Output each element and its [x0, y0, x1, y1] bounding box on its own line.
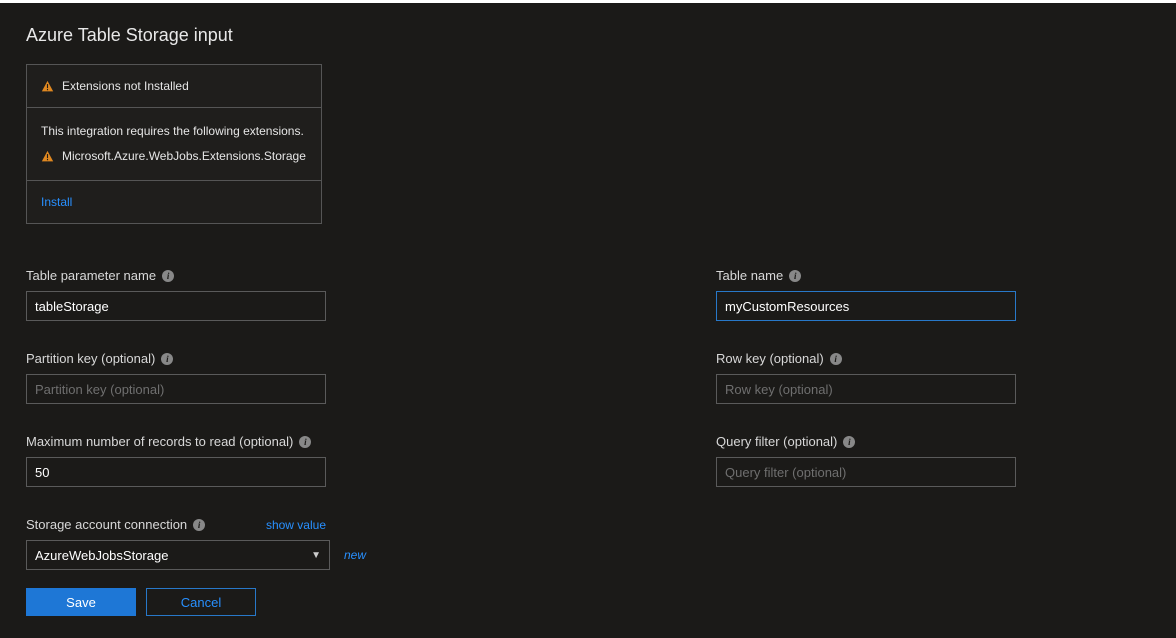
select-storage-connection-value: AzureWebJobsStorage: [35, 548, 168, 563]
label-row-key: Row key (optional): [716, 351, 824, 366]
panel-body-text: This integration requires the following …: [41, 122, 307, 141]
warning-icon: [41, 80, 54, 93]
label-max-records: Maximum number of records to read (optio…: [26, 434, 293, 449]
input-max-records[interactable]: [26, 457, 326, 487]
cancel-button[interactable]: Cancel: [146, 588, 256, 616]
extension-name: Microsoft.Azure.WebJobs.Extensions.Stora…: [62, 147, 306, 166]
show-value-link[interactable]: show value: [266, 518, 326, 532]
field-partition-key: Partition key (optional) i: [26, 351, 366, 404]
info-icon[interactable]: i: [789, 270, 801, 282]
label-table-param: Table parameter name: [26, 268, 156, 283]
select-storage-connection[interactable]: AzureWebJobsStorage ▼: [26, 540, 330, 570]
extensions-panel: Extensions not Installed This integratio…: [26, 64, 322, 224]
input-table-name[interactable]: [716, 291, 1016, 321]
info-icon[interactable]: i: [830, 353, 842, 365]
field-table-name: Table name i: [716, 268, 1056, 321]
input-query-filter[interactable]: [716, 457, 1016, 487]
field-table-parameter-name: Table parameter name i: [26, 268, 366, 321]
info-icon[interactable]: i: [843, 436, 855, 448]
input-row-key[interactable]: [716, 374, 1016, 404]
field-query-filter: Query filter (optional) i: [716, 434, 1056, 487]
label-query-filter: Query filter (optional): [716, 434, 837, 449]
page-title: Azure Table Storage input: [26, 25, 1150, 46]
info-icon[interactable]: i: [162, 270, 174, 282]
field-max-records: Maximum number of records to read (optio…: [26, 434, 366, 487]
field-row-key: Row key (optional) i: [716, 351, 1056, 404]
panel-header-text: Extensions not Installed: [62, 79, 189, 93]
chevron-down-icon: ▼: [311, 550, 321, 561]
info-icon[interactable]: i: [161, 353, 173, 365]
input-table-parameter-name[interactable]: [26, 291, 326, 321]
info-icon[interactable]: i: [193, 519, 205, 531]
save-button[interactable]: Save: [26, 588, 136, 616]
label-partition-key: Partition key (optional): [26, 351, 155, 366]
field-storage-connection: Storage account connection i show value …: [26, 517, 366, 616]
label-storage-connection: Storage account connection: [26, 517, 187, 532]
label-table-name: Table name: [716, 268, 783, 283]
input-partition-key[interactable]: [26, 374, 326, 404]
info-icon[interactable]: i: [299, 436, 311, 448]
install-link[interactable]: Install: [41, 195, 72, 209]
warning-icon: [41, 150, 54, 163]
new-connection-link[interactable]: new: [344, 548, 366, 562]
